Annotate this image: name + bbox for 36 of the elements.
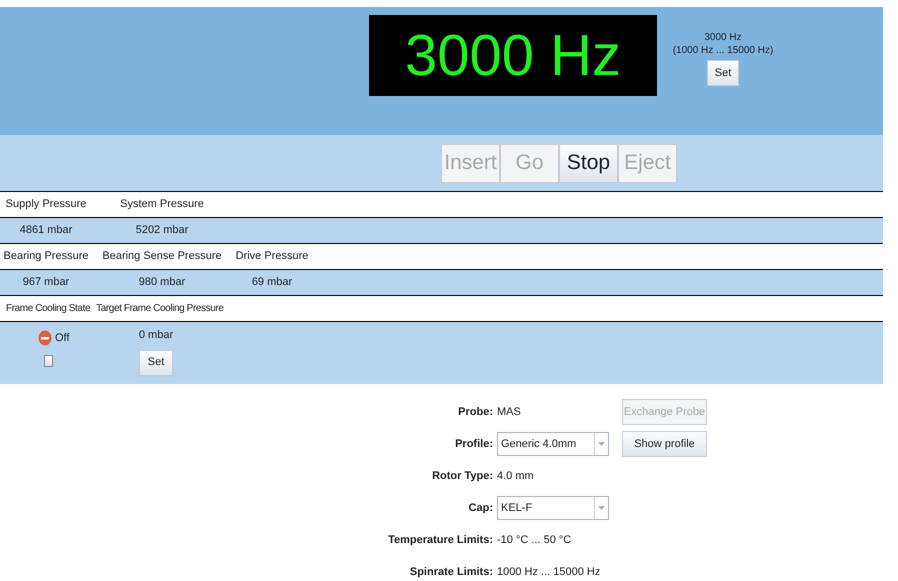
- control-button[interactable]: Stop: [559, 144, 618, 182]
- dropdown[interactable]: Generic 4.0mm: [497, 432, 609, 456]
- column-header: Drive Pressure: [234, 249, 310, 264]
- checkbox[interactable]: [44, 354, 53, 366]
- pressure-value: 4861 mbar: [18, 223, 74, 238]
- field-label: Rotor Type:: [431, 468, 494, 484]
- field-value: 4.0 mm: [497, 470, 534, 482]
- state-label: Off: [55, 331, 70, 346]
- set-button[interactable]: Set: [139, 350, 173, 376]
- frequency-reading: 3000 Hz: [404, 26, 622, 84]
- caret-icon: [598, 506, 605, 510]
- field-value: 1000 Hz ... 15000 Hz: [497, 566, 600, 578]
- field-value: MAS: [497, 406, 521, 418]
- setpoint-range: (1000 Hz ... 15000 Hz): [672, 44, 774, 57]
- column-header: Bearing Pressure: [2, 249, 90, 264]
- caret-icon: [598, 442, 605, 446]
- dropdown[interactable]: KEL-F: [497, 496, 609, 520]
- field-value: -10 °C ... 50 °C: [497, 534, 572, 546]
- field-label: Cap:: [468, 500, 494, 516]
- target-pressure-value: 0 mbar: [138, 328, 174, 343]
- pressure-value: 967 mbar: [22, 275, 70, 290]
- pressure-value: 69 mbar: [250, 275, 294, 290]
- column-header: Supply Pressure: [4, 197, 88, 212]
- field-label: Temperature Limits:: [387, 532, 494, 548]
- column-header: System Pressure: [119, 197, 205, 212]
- pressure-value: 980 mbar: [138, 275, 186, 290]
- action-button[interactable]: Show profile: [622, 431, 707, 457]
- column-header: Target Frame Cooling Pressure: [96, 302, 224, 316]
- pressure-value: 5202 mbar: [134, 223, 190, 238]
- set-button[interactable]: Set: [707, 60, 739, 86]
- setpoint-value: 3000 Hz: [704, 31, 742, 44]
- field-label: Probe:: [457, 404, 494, 420]
- column-header: Frame Cooling State: [6, 302, 90, 316]
- column-header: Bearing Sense Pressure: [101, 249, 223, 264]
- field-label: Profile:: [454, 436, 494, 452]
- field-label: Spinrate Limits:: [408, 564, 494, 580]
